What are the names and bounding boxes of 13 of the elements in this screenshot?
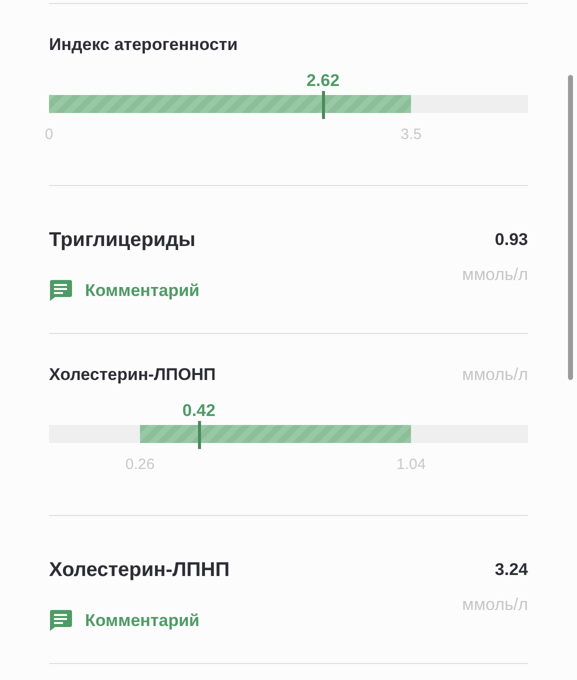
result-value: 3.24	[494, 560, 528, 580]
comment-icon	[49, 280, 72, 301]
test-name: Индекс атерогенности	[49, 35, 238, 55]
result-value: 0.93	[494, 230, 528, 250]
test-name: Холестерин-ЛПОНП	[49, 365, 216, 385]
comment-button[interactable]: Комментарий	[49, 280, 200, 301]
comment-icon	[49, 610, 72, 631]
comment-button[interactable]: Комментарий	[49, 610, 200, 631]
test-name: Триглицериды	[49, 228, 196, 253]
test-name: Холестерин-ЛПНП	[49, 558, 230, 583]
scrollbar[interactable]	[568, 75, 573, 380]
result-value: 0.42	[182, 401, 216, 421]
result-value: 2.62	[306, 71, 340, 91]
